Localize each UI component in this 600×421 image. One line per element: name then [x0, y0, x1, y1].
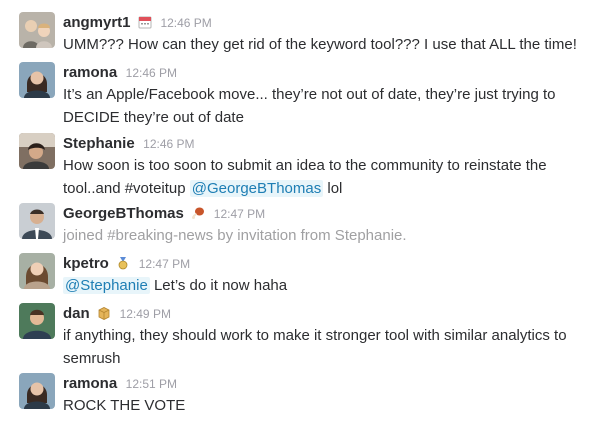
timestamp[interactable]: 12:47 PM: [139, 257, 190, 271]
user-mention[interactable]: @Stephanie: [63, 277, 150, 294]
message-text: ROCK THE VOTE: [63, 397, 186, 414]
package-icon: [97, 305, 111, 326]
author-name[interactable]: angmyrt1: [63, 14, 131, 31]
avatar[interactable]: [19, 203, 55, 239]
message-feed: angmyrt1 12:46 PM UMM??? How can they ge…: [0, 0, 600, 421]
message-text-part: Let’s do it now haha: [149, 277, 288, 294]
message-text: @Stephanie Let’s do it now haha: [63, 274, 593, 297]
avatar[interactable]: [19, 303, 55, 339]
author-name[interactable]: ramona: [63, 64, 117, 81]
author-name[interactable]: ramona: [63, 375, 117, 392]
author-name[interactable]: kpetro: [63, 255, 109, 272]
timestamp[interactable]: 12:51 PM: [126, 377, 177, 391]
author-name[interactable]: Stephanie: [63, 135, 135, 152]
avatar[interactable]: [19, 373, 55, 409]
author-name[interactable]: GeorgeBThomas: [63, 205, 184, 222]
timestamp[interactable]: 12:47 PM: [214, 207, 265, 221]
message-text: It’s an Apple/Facebook move... they’re n…: [63, 86, 556, 126]
avatar[interactable]: [19, 253, 55, 289]
avatar[interactable]: [19, 133, 55, 169]
author-name[interactable]: dan: [63, 305, 90, 322]
avatar[interactable]: [19, 62, 55, 98]
user-mention[interactable]: @GeorgeBThomas: [189, 180, 324, 197]
timestamp[interactable]: 12:46 PM: [126, 66, 177, 80]
message-text-part: lol: [323, 180, 343, 197]
message-text: if anything, they should work to make it…: [63, 327, 567, 367]
message-text: UMM??? How can they get rid of the keywo…: [63, 36, 577, 53]
sports-medal-icon: [116, 255, 130, 276]
system-message-text: joined #breaking-news by invitation from…: [63, 227, 407, 244]
timestamp[interactable]: 12:49 PM: [120, 307, 171, 321]
avatar[interactable]: [19, 12, 55, 48]
timestamp[interactable]: 12:46 PM: [143, 137, 194, 151]
calendar-icon: [138, 14, 152, 35]
message-text: How soon is too soon to submit an idea t…: [63, 154, 593, 200]
turkey-leg-icon: [191, 205, 205, 226]
timestamp[interactable]: 12:46 PM: [160, 16, 211, 30]
